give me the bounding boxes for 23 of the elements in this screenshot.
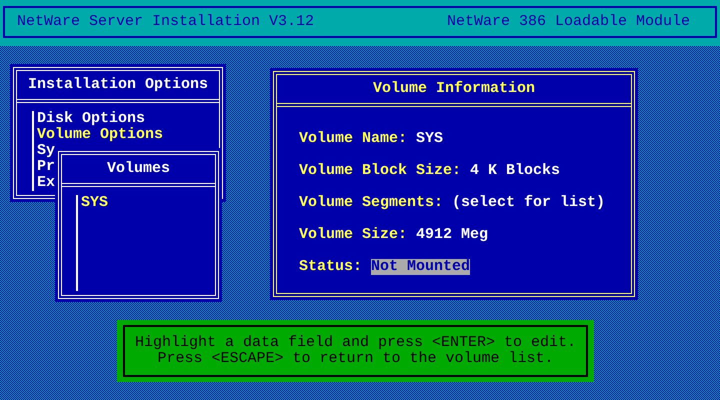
menu-item[interactable]: Sy xyxy=(37,143,56,159)
field-value[interactable]: 4 K Blocks xyxy=(470,163,560,179)
help-text: Press <ESCAPE> to return to the volume list. xyxy=(157,351,554,367)
field-value[interactable]: (select for list) xyxy=(452,195,606,211)
field-label: Volume Segments: xyxy=(299,195,444,211)
field-label: Status: xyxy=(299,259,362,275)
field-label: Volume Block Size: xyxy=(299,163,462,179)
window-title: Installation Options xyxy=(28,77,208,93)
menu-item[interactable]: Ex xyxy=(37,175,56,191)
field-value[interactable]: Not Mounted xyxy=(371,259,470,275)
menu-item[interactable]: Pr xyxy=(37,159,56,175)
menu-item[interactable]: Disk Options xyxy=(37,111,146,127)
module-label: NetWare 386 Loadable Module xyxy=(446,14,690,30)
help-text: Highlight a data field and press <ENTER> to edit. xyxy=(134,335,576,351)
window-title: Volumes xyxy=(106,161,170,177)
header-title: NetWare Server Installation V3.12 xyxy=(17,14,314,30)
menu-item[interactable]: Volume Options xyxy=(37,127,164,143)
volume-item[interactable]: SYS xyxy=(81,195,108,211)
window-title: Volume Information xyxy=(372,81,536,97)
field-value[interactable]: 4912 Meg xyxy=(416,227,488,243)
field-label: Volume Name: xyxy=(299,131,408,147)
field-label: Volume Size: xyxy=(299,227,408,243)
field-value[interactable]: SYS xyxy=(416,131,444,147)
